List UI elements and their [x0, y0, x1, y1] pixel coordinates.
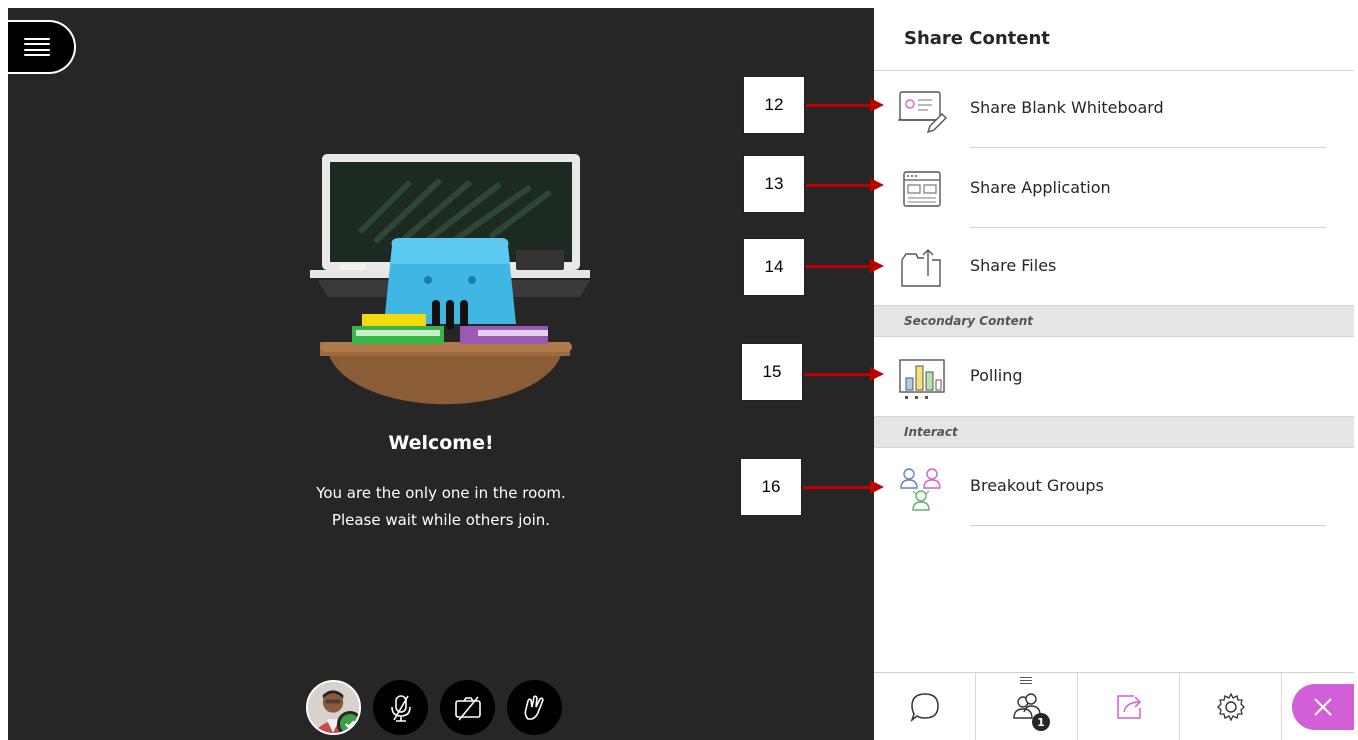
raise-hand-icon — [524, 694, 544, 720]
share-content-panel: Share Content Share Blank Whiteboard Sha… — [874, 8, 1354, 740]
hamburger-menu-button[interactable] — [8, 20, 76, 74]
callout-16: 16 — [740, 458, 802, 516]
share-application-item[interactable]: Share Application — [874, 150, 1354, 228]
divider — [970, 147, 1326, 148]
microphone-muted-icon — [390, 694, 411, 722]
callout-12: 12 — [743, 76, 805, 134]
panel-tab-bar: 1 — [874, 672, 1354, 740]
raise-hand-button[interactable] — [507, 680, 562, 735]
close-panel-tab — [1282, 673, 1354, 740]
empty-room-illustration — [310, 154, 590, 405]
close-panel-button[interactable] — [1292, 684, 1354, 730]
callout-arrow — [803, 480, 884, 494]
callout-15: 15 — [741, 343, 803, 401]
welcome-title: Welcome! — [388, 432, 494, 454]
callout-arrow — [806, 98, 884, 112]
secondary-content-section-header: Secondary Content — [874, 305, 1354, 337]
section-header-label: Interact — [904, 425, 958, 439]
callout-14: 14 — [743, 238, 805, 296]
breakout-groups-label: Breakout Groups — [970, 476, 1104, 495]
share-application-label: Share Application — [970, 178, 1111, 197]
gear-icon — [1216, 692, 1245, 722]
share-blank-whiteboard-label: Share Blank Whiteboard — [970, 98, 1164, 117]
share-content-icon — [1116, 695, 1141, 719]
tab-settings[interactable] — [1180, 673, 1282, 740]
breakout-groups-icon — [900, 468, 941, 511]
attendee-count-badge: 1 — [1032, 713, 1050, 731]
available-status-icon — [337, 711, 359, 733]
callout-13: 13 — [743, 155, 805, 213]
drag-handle-icon — [1020, 677, 1032, 684]
tab-attendees[interactable]: 1 — [976, 673, 1078, 740]
share-blank-whiteboard-item[interactable]: Share Blank Whiteboard — [874, 70, 1354, 148]
app-root: Welcome! You are the only one in the roo… — [0, 0, 1358, 740]
polling-label: Polling — [970, 366, 1023, 385]
poll-chart-icon — [899, 359, 945, 399]
polling-item[interactable]: Polling — [874, 338, 1354, 416]
share-files-item[interactable]: Share Files — [874, 228, 1354, 306]
application-window-icon — [903, 171, 941, 207]
tab-chat[interactable] — [874, 673, 976, 740]
close-icon — [1314, 698, 1332, 716]
whiteboard-icon — [898, 91, 947, 134]
tab-share-content[interactable] — [1078, 673, 1180, 740]
interact-section-header: Interact — [874, 416, 1354, 448]
session-controls — [306, 680, 562, 735]
camera-off-icon — [454, 695, 481, 721]
camera-button[interactable] — [440, 680, 495, 735]
breakout-groups-item[interactable]: Breakout Groups — [874, 448, 1354, 526]
microphone-button[interactable] — [373, 680, 428, 735]
panel-title: Share Content — [904, 28, 1050, 49]
callout-arrow — [806, 178, 884, 192]
section-header-label: Secondary Content — [904, 314, 1034, 328]
callout-arrow — [806, 259, 884, 273]
hamburger-menu-icon — [24, 38, 50, 56]
callout-arrow — [804, 367, 884, 381]
folder-share-icon — [901, 249, 941, 287]
chat-icon — [909, 693, 939, 723]
divider — [970, 525, 1326, 526]
share-files-label: Share Files — [970, 256, 1057, 275]
user-avatar-button[interactable] — [306, 680, 361, 735]
